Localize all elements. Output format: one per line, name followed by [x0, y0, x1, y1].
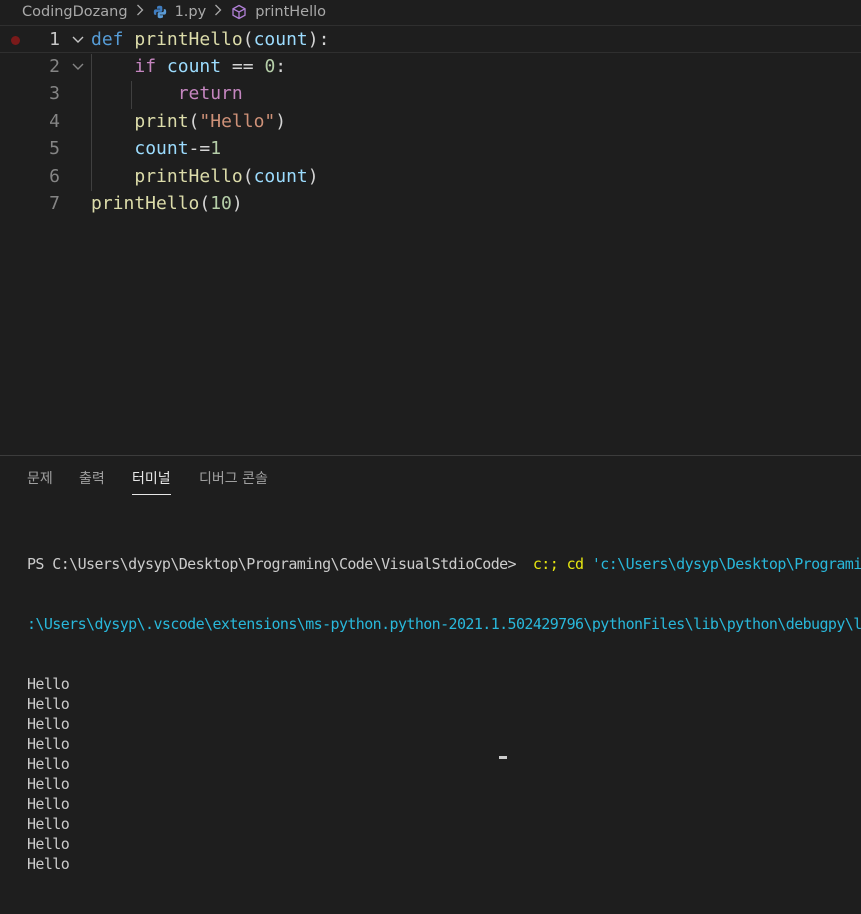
panel-tabs: 문제 출력 터미널 디버그 콘솔: [0, 456, 861, 500]
code-editor[interactable]: 1 def printHello(count): 2 if count == 0: 3…: [0, 24, 861, 455]
terminal-output-line: Hello: [27, 755, 70, 773]
code-token: count: [134, 138, 189, 159]
code-token: 1: [210, 138, 222, 159]
tab-output[interactable]: 출력: [79, 468, 105, 494]
code-token: :: [275, 55, 287, 77]
code-text: printHello(count): [91, 163, 319, 191]
terminal-command: c:; cd: [524, 555, 592, 573]
code-token: ): [275, 110, 287, 132]
line-number: 7: [49, 193, 60, 214]
code-line[interactable]: 4 print("Hello"): [0, 108, 861, 136]
terminal-output-line: Hello: [27, 835, 70, 853]
code-token: ==: [221, 55, 265, 77]
chevron-right-icon: [136, 4, 144, 20]
code-token: -=: [188, 138, 211, 159]
bottom-panel: 문제 출력 터미널 디버그 콘솔 PS C:\Users\dysyp\Deskt…: [0, 455, 861, 873]
code-token: return: [177, 83, 243, 104]
code-text: print("Hello"): [91, 108, 286, 136]
breadcrumb: CodingDozang 1.py printHello: [0, 0, 861, 24]
code-token: (: [242, 29, 254, 50]
code-line[interactable]: 1 def printHello(count):: [0, 25, 861, 53]
code-line[interactable]: 7 printHello(10): [0, 190, 861, 218]
code-token: ): [231, 193, 243, 214]
line-number: 1: [49, 29, 60, 50]
code-token: def: [91, 29, 124, 50]
line-number: 2: [49, 55, 60, 77]
code-line[interactable]: 6 printHello(count): [0, 163, 861, 191]
code-token: if: [134, 55, 157, 77]
terminal-prompt: PS C:\Users\dysyp\Desktop\Programing\Cod…: [27, 555, 525, 573]
code-line[interactable]: 2 if count == 0:: [0, 53, 861, 81]
code-token: count: [166, 55, 222, 77]
line-number: 4: [49, 110, 60, 132]
code-text: return: [91, 80, 243, 108]
breadcrumb-folder[interactable]: CodingDozang: [22, 4, 128, 20]
code-token: printHello: [134, 29, 243, 50]
code-token: ):: [307, 29, 330, 50]
line-number: 5: [49, 138, 60, 159]
code-text: printHello(10): [91, 190, 243, 218]
code-token: 10: [210, 193, 232, 214]
code-token: (: [199, 193, 211, 214]
line-number: 6: [49, 165, 60, 187]
terminal-output-line: Hello: [27, 715, 70, 733]
tab-problems[interactable]: 문제: [27, 468, 53, 494]
code-line[interactable]: 5 count-=1: [0, 135, 861, 163]
terminal-output-line: Hello: [27, 735, 70, 753]
breadcrumb-symbol[interactable]: printHello: [255, 4, 326, 20]
terminal-output-line: Hello: [27, 675, 70, 693]
method-cube-icon: [231, 4, 247, 20]
code-text: count-=1: [91, 135, 221, 163]
fold-chevron-down-icon[interactable]: [70, 53, 86, 80]
breadcrumb-file[interactable]: 1.py: [175, 4, 207, 20]
terminal-output-line: Hello: [27, 695, 70, 713]
terminal-command-continuation: :\Users\dysyp\.vscode\extensions\ms-pyth…: [27, 615, 861, 633]
terminal-output-line: Hello: [27, 855, 70, 873]
terminal-command-path: 'c:\Users\dysyp\Desktop\Programing\Code\…: [591, 555, 861, 573]
line-number: 3: [49, 83, 60, 104]
code-token: count: [253, 165, 308, 187]
code-token: printHello: [91, 193, 200, 214]
code-token: 0: [264, 55, 276, 77]
code-token: print: [134, 110, 189, 132]
fold-chevron-down-icon[interactable]: [70, 26, 86, 53]
python-file-icon: [153, 5, 167, 19]
terminal-output-line: Hello: [27, 795, 70, 813]
code-token: (: [242, 165, 254, 187]
terminal-output-line: Hello: [27, 775, 70, 793]
terminal-command-line: PS C:\Users\dysyp\Desktop\Programing\Cod…: [27, 554, 861, 574]
code-token: (: [188, 110, 200, 132]
code-token: printHello: [134, 165, 243, 187]
code-token: ): [307, 165, 319, 187]
terminal-output[interactable]: PS C:\Users\dysyp\Desktop\Programing\Cod…: [27, 514, 861, 914]
tab-terminal[interactable]: 터미널: [132, 468, 171, 495]
code-text: if count == 0:: [91, 53, 286, 81]
terminal-output-lines: Hello Hello Hello Hello Hello Hello Hello Hello…: [27, 674, 861, 874]
code-token: "Hello": [199, 110, 276, 132]
terminal-output-line: Hello: [27, 815, 70, 833]
breakpoint-icon[interactable]: [11, 36, 20, 45]
tab-debug-console[interactable]: 디버그 콘솔: [199, 468, 268, 494]
code-token: count: [253, 29, 308, 50]
code-text: def printHello(count):: [91, 26, 329, 54]
code-line[interactable]: 3 return: [0, 80, 861, 108]
chevron-right-icon: [214, 4, 222, 20]
